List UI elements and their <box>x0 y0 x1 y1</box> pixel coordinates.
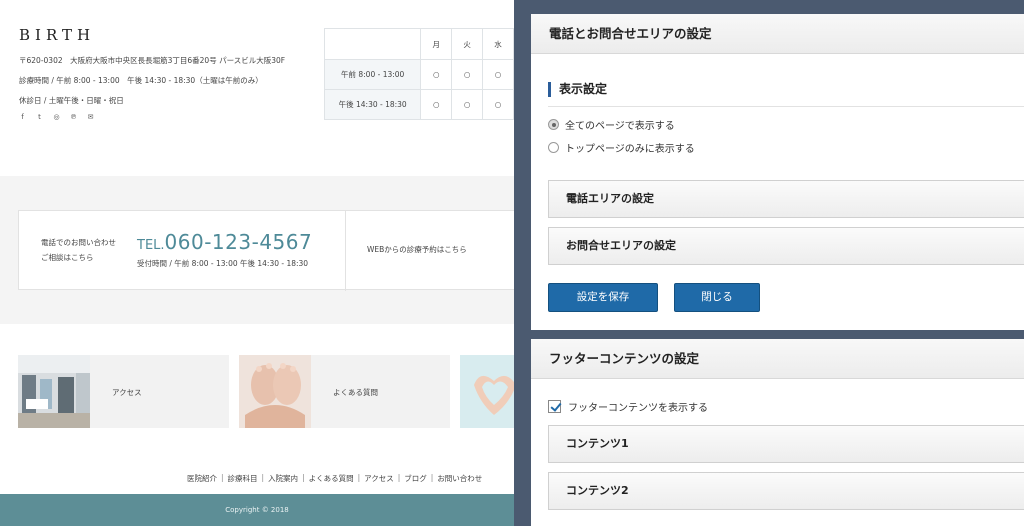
mail-icon[interactable]: ✉ <box>87 113 94 121</box>
schedule-row: 午後 14:30 - 18:30 ○ ○ ○ <box>323 89 514 120</box>
show-footer-checkbox[interactable]: フッターコンテンツを表示する <box>548 399 708 414</box>
show-footer-label: フッターコンテンツを表示する <box>568 403 708 414</box>
radio-all-pages-label: 全てのページで表示する <box>565 121 675 132</box>
schedule-mark: ○ <box>451 89 484 120</box>
schedule-day: 水 <box>482 28 514 60</box>
schedule-mark: ○ <box>420 89 453 120</box>
radio-selected-icon[interactable] <box>548 119 559 130</box>
content1-accordion[interactable]: コンテンツ1 <box>548 425 1024 463</box>
footer-link[interactable]: お問い合わせ <box>437 473 482 484</box>
card-access-label: アクセス <box>112 388 142 397</box>
display-settings-heading: 表示設定 <box>548 82 607 97</box>
contact-settings-title: 電話とお問合せエリアの設定 <box>531 14 1024 54</box>
schedule-mark: ○ <box>482 89 514 120</box>
faq-image <box>239 355 311 428</box>
web-reservation-link[interactable]: WEBからの診療予約はこちら <box>367 244 467 255</box>
phone-contact-sub: ご相談はこちら <box>41 253 94 262</box>
copyright-bar: Copyright © 2018 <box>0 494 514 526</box>
footer-link[interactable]: 診療科目 <box>228 473 258 484</box>
checkmark-icon[interactable] <box>548 400 561 413</box>
card-faq-label: よくある質問 <box>333 388 378 397</box>
footer-settings-box: フッターコンテンツの設定 フッターコンテンツを表示する コンテンツ1 コンテンツ… <box>531 339 1024 526</box>
radio-all-pages[interactable]: 全てのページで表示する <box>548 117 675 132</box>
section-rule <box>548 106 1024 107</box>
content2-accordion[interactable]: コンテンツ2 <box>548 472 1024 510</box>
schedule-row: 午前 8:00 - 13:00 ○ ○ ○ <box>323 59 514 90</box>
footer-separator: | <box>430 473 434 482</box>
footer-nav: 医院紹介 | 診療科目 | 入院案内 | よくある質問 | アクセス | ブログ | お問い… <box>187 473 482 484</box>
instagram-icon[interactable]: ◎ <box>53 113 60 121</box>
site-logo[interactable]: BIRTH <box>19 26 95 44</box>
footer-separator: | <box>221 473 224 482</box>
contact-box: 電話でのお問い合わせ ご相談はこちら TEL.060-123-4567 受付時間… <box>18 210 514 291</box>
schedule-mark: ○ <box>482 59 514 90</box>
schedule-mark: ○ <box>451 59 484 90</box>
schedule-mark: ○ <box>420 59 453 90</box>
site-address: 〒620-0302 大阪府大阪市中央区長長堀筋3丁目6番20号 パースビル大阪3… <box>19 56 286 65</box>
schedule-corner <box>323 28 422 60</box>
save-settings-button[interactable]: 設定を保存 <box>548 283 658 312</box>
schedule-day: 火 <box>451 28 484 60</box>
contact-divider <box>345 211 346 291</box>
footer-separator: | <box>302 473 305 482</box>
card-third[interactable] <box>460 355 514 428</box>
footer-link[interactable]: 医院紹介 <box>187 473 217 484</box>
tel-digits: 060-123-4567 <box>164 230 313 254</box>
card-faq[interactable]: よくある質問 <box>239 355 450 428</box>
footer-separator: | <box>261 473 265 482</box>
schedule-table: 月 火 水 午前 8:00 - 13:00 ○ ○ ○ 午後 14:30 - 1… <box>323 28 514 120</box>
schedule-row-label: 午前 8:00 - 13:00 <box>323 59 422 90</box>
radio-unselected-icon[interactable] <box>548 142 559 153</box>
footer-link[interactable]: 入院案内 <box>268 473 298 484</box>
radio-top-only[interactable]: トップページのみに表示する <box>548 140 695 155</box>
footer-link[interactable]: アクセス <box>364 473 394 484</box>
contact-band: 電話でのお問い合わせ ご相談はこちら TEL.060-123-4567 受付時間… <box>0 176 514 324</box>
phone-area-accordion[interactable]: 電話エリアの設定 <box>548 180 1024 218</box>
schedule-row-label: 午後 14:30 - 18:30 <box>323 89 422 120</box>
card-access[interactable]: アクセス <box>18 355 229 428</box>
close-button[interactable]: 閉じる <box>674 283 760 312</box>
facebook-icon[interactable]: f <box>19 113 26 121</box>
footer-settings-title: フッターコンテンツの設定 <box>531 339 1024 379</box>
radio-top-only-label: トップページのみに表示する <box>565 144 695 155</box>
footer-link[interactable]: ブログ <box>404 473 427 484</box>
tel-number[interactable]: TEL.060-123-4567 <box>137 230 312 254</box>
settings-panel: 電話とお問合せエリアの設定 表示設定 全てのページで表示する トップページのみに… <box>514 0 1024 526</box>
footer-link[interactable]: よくある質問 <box>309 473 354 484</box>
contact-area-accordion[interactable]: お問合せエリアの設定 <box>548 227 1024 265</box>
twitter-icon[interactable]: t <box>36 113 43 121</box>
pinterest-icon[interactable]: ℗ <box>70 113 77 121</box>
phone-contact-label: 電話でのお問い合わせ <box>41 238 116 247</box>
website-preview: BIRTH 〒620-0302 大阪府大阪市中央区長長堀筋3丁目6番20号 パー… <box>0 0 514 526</box>
site-hours: 診療時間 / 午前 8:00 - 13:00 午後 14:30 - 18:30（… <box>19 76 263 85</box>
site-closed-days: 休診日 / 土曜午後・日曜・祝日 <box>19 96 124 105</box>
tel-prefix: TEL. <box>137 238 165 253</box>
footer-separator: | <box>357 473 361 482</box>
schedule-day: 月 <box>420 28 453 60</box>
tel-hours: 受付時間 / 午前 8:00 - 13:00 午後 14:30 - 18:30 <box>137 259 309 268</box>
access-image <box>18 355 90 428</box>
heart-hands-image <box>460 355 514 428</box>
schedule-header-row: 月 火 水 <box>323 28 514 60</box>
footer-separator: | <box>397 473 401 482</box>
contact-settings-box: 電話とお問合せエリアの設定 表示設定 全てのページで表示する トップページのみに… <box>531 14 1024 330</box>
social-links: f t ◎ ℗ ✉ <box>19 113 94 121</box>
